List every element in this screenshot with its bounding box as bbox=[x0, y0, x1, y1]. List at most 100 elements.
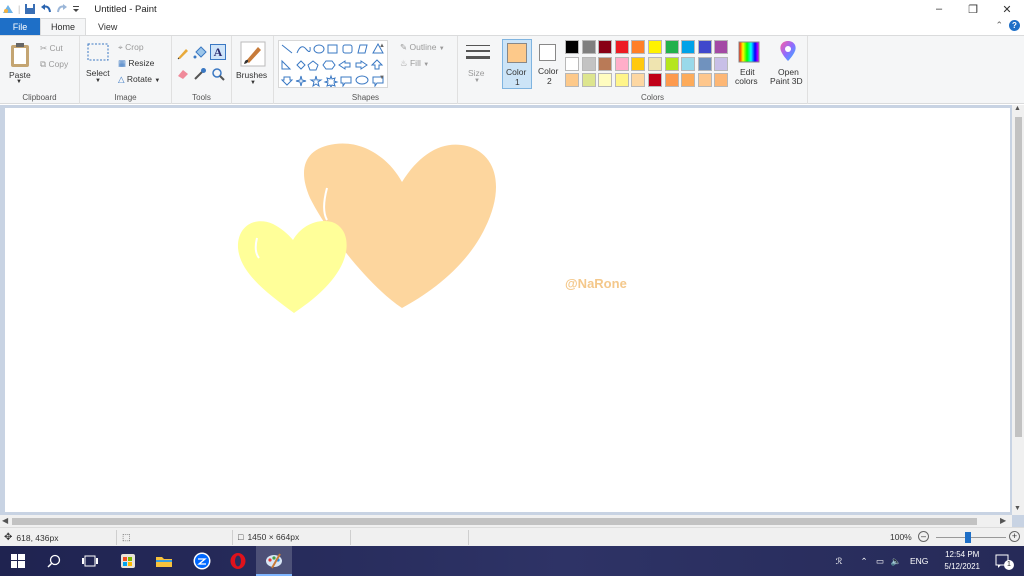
shapes-scroll-icon[interactable]: ▲ bbox=[379, 43, 385, 49]
zoom-in-icon[interactable]: + bbox=[1009, 531, 1020, 542]
scroll-down-icon[interactable]: ▼ bbox=[1014, 505, 1021, 512]
paint-app-icon[interactable] bbox=[2, 3, 14, 15]
taskbar-paint[interactable] bbox=[256, 546, 292, 576]
edit-colors-button[interactable]: Edit colors bbox=[732, 40, 766, 90]
palette-swatch[interactable] bbox=[714, 40, 729, 54]
scroll-up-icon[interactable]: ▲ bbox=[1014, 105, 1021, 112]
palette-swatch[interactable] bbox=[598, 40, 613, 54]
palette-swatch[interactable] bbox=[681, 73, 696, 87]
shapes-more-icon[interactable]: ▼ bbox=[379, 75, 385, 81]
vertical-scroll-thumb[interactable] bbox=[1015, 117, 1022, 437]
palette-swatch[interactable] bbox=[614, 40, 629, 54]
notification-center[interactable]: 1 bbox=[988, 546, 1018, 576]
palette-swatch[interactable] bbox=[631, 40, 646, 54]
size-group: Size ▼ bbox=[458, 36, 498, 104]
palette-swatch[interactable] bbox=[631, 56, 646, 71]
palette-swatch[interactable] bbox=[581, 73, 596, 87]
drawing-canvas[interactable]: @NaRone bbox=[5, 108, 1010, 512]
task-view-button[interactable] bbox=[72, 546, 108, 576]
shapes-gallery[interactable]: ▲ ▼ bbox=[278, 40, 388, 88]
outline-button[interactable]: ✎ Outline ▼ bbox=[400, 42, 445, 53]
size-button[interactable]: Size ▼ bbox=[462, 40, 494, 88]
horizontal-scrollbar[interactable]: ◀ ▶ bbox=[0, 515, 1012, 527]
tab-view[interactable]: View bbox=[88, 18, 127, 35]
line-size-icon bbox=[466, 45, 490, 59]
zoom-slider-thumb[interactable] bbox=[965, 532, 971, 543]
palette-swatch[interactable] bbox=[681, 56, 696, 71]
copy-button[interactable]: ⧉ Copy bbox=[40, 59, 68, 70]
palette-swatch[interactable] bbox=[648, 40, 662, 54]
color2-button[interactable]: Color 2 bbox=[534, 39, 564, 89]
palette-swatch[interactable] bbox=[681, 40, 696, 54]
help-icon[interactable]: ? bbox=[1009, 20, 1020, 31]
tab-home[interactable]: Home bbox=[40, 18, 86, 35]
text-tool-icon[interactable]: A bbox=[210, 44, 226, 60]
search-button[interactable] bbox=[36, 546, 72, 576]
battery-icon[interactable]: ▭ bbox=[872, 556, 888, 567]
palette-swatch[interactable] bbox=[648, 73, 662, 87]
open-paint3d-button[interactable]: Open Paint 3D bbox=[768, 39, 808, 91]
zoom-slider[interactable] bbox=[936, 532, 1006, 543]
palette-swatch[interactable] bbox=[648, 56, 662, 71]
palette-swatch[interactable] bbox=[697, 56, 712, 71]
horizontal-scroll-thumb[interactable] bbox=[12, 518, 977, 525]
brushes-button[interactable]: Brushes ▼ bbox=[235, 40, 271, 90]
eraser-icon[interactable] bbox=[176, 67, 190, 81]
color1-button[interactable]: Color 1 bbox=[502, 39, 532, 89]
minimize-button[interactable]: – bbox=[922, 0, 956, 18]
scroll-left-icon[interactable]: ◀ bbox=[2, 516, 8, 525]
taskbar-file-explorer[interactable] bbox=[146, 546, 182, 576]
magnifier-icon[interactable] bbox=[211, 67, 225, 81]
maximize-button[interactable]: ❐ bbox=[956, 0, 990, 18]
palette-swatch[interactable] bbox=[664, 40, 679, 54]
undo-icon[interactable] bbox=[40, 3, 52, 15]
close-button[interactable]: ✕ bbox=[990, 0, 1024, 18]
color2-swatch bbox=[539, 44, 556, 61]
save-icon[interactable] bbox=[24, 3, 36, 15]
volume-icon[interactable]: 🔈 bbox=[888, 556, 904, 567]
palette-swatch[interactable] bbox=[631, 73, 646, 87]
palette-swatch[interactable] bbox=[614, 73, 629, 87]
taskbar-opera[interactable] bbox=[220, 546, 256, 576]
cut-button[interactable]: ✂ Cut bbox=[40, 43, 63, 54]
taskbar-app-store[interactable] bbox=[110, 546, 146, 576]
rotate-button[interactable]: △ Rotate ▼ bbox=[118, 74, 160, 85]
redo-icon[interactable] bbox=[56, 3, 68, 15]
resize-button[interactable]: ▦ Resize bbox=[118, 58, 154, 69]
paste-button[interactable]: Paste ▼ bbox=[6, 40, 34, 88]
palette-swatch[interactable] bbox=[565, 40, 579, 54]
select-button[interactable]: Select ▼ bbox=[84, 40, 112, 88]
vertical-scrollbar[interactable]: ▲ ▼ bbox=[1012, 105, 1024, 515]
zoom-out-icon[interactable]: – bbox=[918, 531, 929, 542]
crop-button[interactable]: ⌖ Crop bbox=[118, 42, 144, 53]
fill-bucket-icon[interactable] bbox=[193, 46, 207, 60]
start-button[interactable] bbox=[0, 546, 36, 576]
palette-swatch[interactable] bbox=[714, 56, 729, 71]
palette-swatch[interactable] bbox=[614, 56, 629, 71]
palette-swatch[interactable] bbox=[565, 73, 579, 87]
fill-button[interactable]: ♨ Fill ▼ bbox=[400, 58, 429, 69]
palette-swatch[interactable] bbox=[581, 40, 596, 54]
language-indicator[interactable]: ENG bbox=[910, 556, 928, 566]
palette-swatch[interactable] bbox=[598, 56, 613, 71]
clipboard-group: Paste ▼ ✂ Cut ⧉ Copy Clipboard bbox=[0, 36, 80, 104]
palette-swatch[interactable] bbox=[714, 73, 729, 87]
clock[interactable]: 12:54 PM 5/12/2021 bbox=[944, 549, 980, 573]
palette-swatch[interactable] bbox=[664, 73, 679, 87]
scroll-right-icon[interactable]: ▶ bbox=[1000, 516, 1006, 525]
customize-qat-icon[interactable] bbox=[72, 3, 84, 15]
show-hidden-icons[interactable]: ⌃ bbox=[856, 556, 872, 567]
collapse-ribbon-icon[interactable]: ⌃ bbox=[995, 20, 1003, 31]
people-icon[interactable]: ℛ bbox=[830, 556, 848, 567]
palette-swatch[interactable] bbox=[598, 73, 613, 87]
taskbar-zalo[interactable] bbox=[184, 546, 220, 576]
tab-file[interactable]: File bbox=[0, 18, 40, 35]
palette-swatch[interactable] bbox=[664, 56, 679, 71]
pencil-icon[interactable] bbox=[176, 46, 190, 60]
palette-swatch[interactable] bbox=[565, 56, 579, 71]
palette-swatch[interactable] bbox=[697, 73, 712, 87]
palette-swatch[interactable] bbox=[697, 40, 712, 54]
ribbon: Paste ▼ ✂ Cut ⧉ Copy Clipboard Select ▼ … bbox=[0, 35, 1024, 104]
palette-swatch[interactable] bbox=[581, 56, 596, 71]
color-picker-icon[interactable] bbox=[193, 67, 207, 81]
